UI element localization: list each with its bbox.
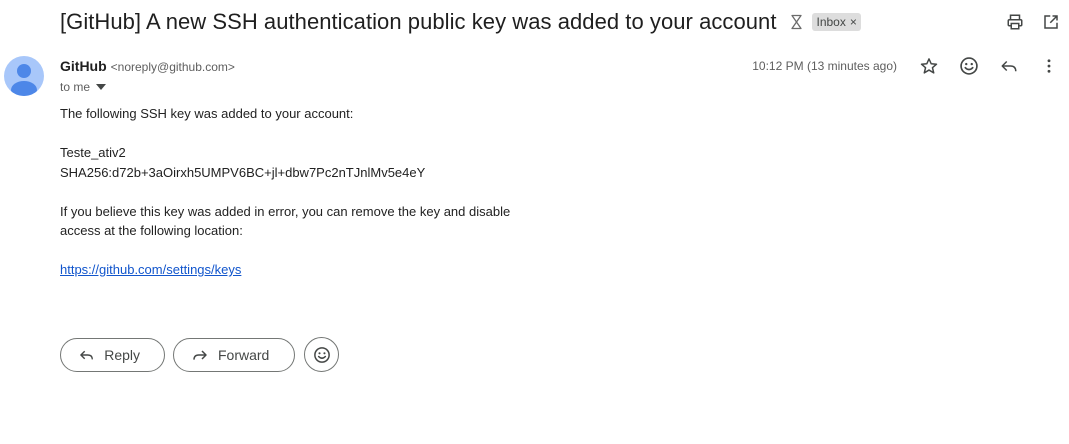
body-line: If you believe this key was added in err…	[60, 203, 511, 219]
forward-icon	[193, 349, 207, 360]
reply-button[interactable]: Reply	[60, 337, 165, 372]
reply-actions: Reply Forward	[60, 337, 339, 372]
message-meta: 10:12 PM (13 minutes ago)	[752, 54, 1069, 78]
body-line: access at the following location:	[60, 223, 243, 238]
sender-line: GitHub <noreply@github.com>	[60, 58, 235, 74]
reply-label: Reply	[104, 346, 140, 363]
sender-avatar[interactable]	[4, 56, 44, 96]
message-body: The following SSH key was added to your …	[60, 104, 510, 280]
emoji-react-button[interactable]	[304, 337, 339, 372]
recipient-text: to me	[60, 80, 91, 94]
show-details-icon[interactable]	[96, 84, 107, 90]
inbox-label-text: Inbox	[816, 15, 846, 29]
remove-label-icon[interactable]: ×	[850, 15, 857, 29]
importance-marker-icon[interactable]	[788, 13, 806, 31]
subject-row: [GitHub] A new SSH authentication public…	[60, 6, 1069, 38]
more-vert-icon[interactable]	[1029, 54, 1069, 78]
email-subject: [GitHub] A new SSH authentication public…	[60, 9, 777, 34]
print-icon[interactable]	[997, 10, 1033, 34]
timestamp: 10:12 PM (13 minutes ago)	[752, 59, 897, 73]
forward-label: Forward	[218, 346, 270, 363]
sender-email: <noreply@github.com>	[110, 60, 235, 74]
open-in-new-window-icon[interactable]	[1033, 10, 1069, 34]
emoji-icon	[313, 346, 330, 363]
key-fingerprint: SHA256:d72b+3aOirxh5UMPV6BC+jl+dbw7Pc2nT…	[60, 164, 426, 180]
key-name: Teste_ativ2	[60, 145, 126, 160]
forward-button[interactable]: Forward	[173, 337, 295, 372]
body-line: The following SSH key was added to your …	[60, 106, 354, 121]
recipient-line: to me	[60, 80, 107, 94]
person-icon	[11, 64, 37, 96]
inbox-label-chip: Inbox ×	[812, 13, 861, 31]
reply-icon[interactable]	[989, 54, 1029, 78]
sender-name[interactable]: GitHub	[60, 58, 107, 74]
top-toolbar	[997, 10, 1069, 34]
star-icon[interactable]	[909, 54, 949, 78]
settings-keys-link[interactable]: https://github.com/settings/keys	[60, 262, 241, 277]
reply-icon	[80, 350, 93, 359]
emoji-icon[interactable]	[949, 54, 989, 78]
